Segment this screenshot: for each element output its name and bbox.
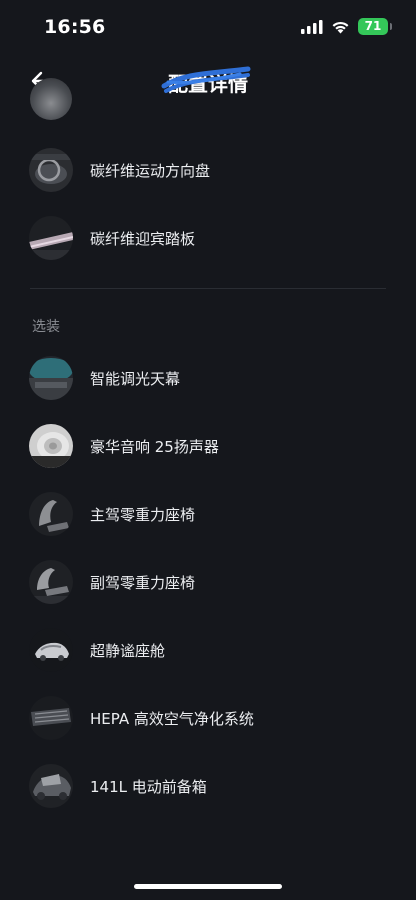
battery-icon: 71 [358,18,392,35]
item-label: 副驾零重力座椅 [90,573,196,592]
air-filter-thumb [29,696,73,740]
list-item-steering-wheel[interactable]: 碳纤维运动方向盘 [0,140,416,200]
frunk-thumb [29,764,73,808]
driver-seat-thumb [29,492,73,536]
item-label: 智能调光天幕 [90,369,181,388]
steering-wheel-thumb [29,148,73,192]
sill-plate-thumb [29,216,73,260]
list-item-passenger-seat[interactable]: 副驾零重力座椅 [0,552,416,612]
list-item-driver-seat[interactable]: 主驾零重力座椅 [0,484,416,544]
battery-level: 71 [364,19,382,33]
item-label: HEPA 高效空气净化系统 [90,709,254,728]
list-item-frunk[interactable]: 141L 电动前备箱 [0,756,416,816]
section-divider [30,288,386,289]
battery-cap [390,23,392,30]
list-item-quiet-cabin[interactable]: 超静谧座舱 [0,620,416,680]
section-title-optional: 选装 [32,319,60,335]
item-label: 碳纤维迎宾踏板 [90,229,196,248]
signal-icon [301,19,323,34]
status-icons: 71 [301,18,392,35]
item-label: 141L 电动前备箱 [90,777,207,796]
status-time: 16:56 [44,16,106,38]
previous-item-thumb [30,78,72,120]
speaker-thumb [29,424,73,468]
item-label: 豪华音响 25扬声器 [90,437,219,456]
item-label: 超静谧座舱 [90,641,166,660]
list-item-air-filter[interactable]: HEPA 高效空气净化系统 [0,688,416,748]
quiet-cabin-thumb [29,628,73,672]
wifi-icon [332,21,349,33]
item-label: 碳纤维运动方向盘 [90,161,211,180]
list-item-sunroof[interactable]: 智能调光天幕 [0,348,416,408]
passenger-seat-thumb [29,560,73,604]
sunroof-thumb [29,356,73,400]
list-item-speaker[interactable]: 豪华音响 25扬声器 [0,416,416,476]
home-indicator[interactable] [134,884,282,889]
list-item-sill-plate[interactable]: 碳纤维迎宾踏板 [0,208,416,268]
status-bar: 16:56 71 [0,0,416,56]
item-label: 主驾零重力座椅 [90,505,196,524]
